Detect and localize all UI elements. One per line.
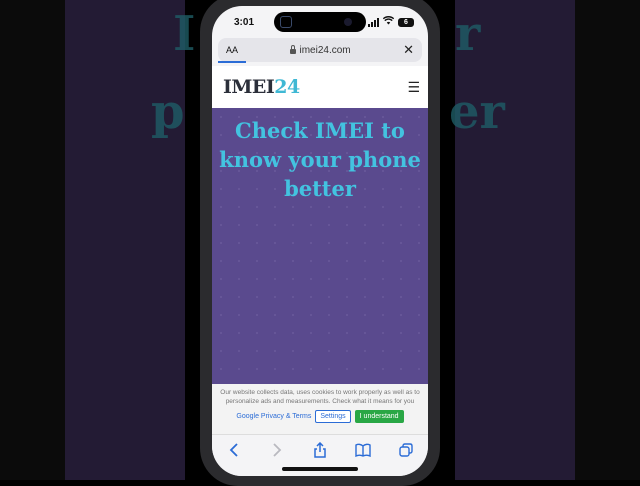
tabs-icon[interactable] — [397, 441, 415, 459]
hero-title: Check IMEI to know your phone better — [219, 118, 421, 201]
bookmarks-icon[interactable] — [354, 441, 372, 459]
close-icon[interactable]: ✕ — [403, 42, 414, 58]
cookie-text: Our website collects data, uses cookies … — [220, 389, 420, 405]
camera-icon — [344, 18, 352, 26]
url-display[interactable]: imei24.com — [290, 44, 351, 56]
forward-icon[interactable] — [268, 441, 286, 459]
reader-options-button[interactable]: AA — [226, 45, 238, 55]
back-icon[interactable] — [225, 441, 243, 459]
battery-icon: 6 — [398, 17, 414, 27]
wifi-icon — [382, 16, 395, 28]
privacy-terms-link[interactable]: Google Privacy & Terms — [236, 413, 311, 420]
background-blur-right: r er — [449, 0, 575, 480]
cookie-banner: Our website collects data, uses cookies … — [212, 384, 428, 434]
site-header: IMEI24 ☰ — [212, 66, 428, 108]
url-text: imei24.com — [299, 44, 351, 56]
page-load-progress — [218, 61, 246, 63]
address-bar[interactable]: AA imei24.com ✕ — [218, 38, 422, 62]
logo-text-imei: IMEI — [223, 76, 275, 98]
settings-button[interactable]: Settings — [315, 410, 351, 423]
background-text: r — [455, 6, 481, 62]
logo-text-24: 24 — [274, 76, 300, 98]
site-logo[interactable]: IMEI24 — [223, 76, 300, 98]
hero-section: Check IMEI to know your phone better — [212, 108, 428, 388]
lock-icon — [290, 44, 297, 54]
background-text: I — [173, 6, 196, 62]
background-blur-left: I p — [65, 0, 195, 480]
share-icon[interactable] — [311, 441, 329, 459]
background-edge-right — [575, 0, 640, 480]
background-edge-left — [0, 0, 65, 480]
status-time: 3:01 — [234, 16, 255, 28]
dynamic-island — [274, 12, 366, 32]
accept-cookies-button[interactable]: I understand — [354, 410, 404, 423]
signal-icon — [368, 17, 379, 27]
phone-screen: 3:01 6 AA imei24.com ✕ IMEI24 ☰ Check IM… — [212, 6, 428, 476]
status-icons: 6 — [368, 16, 414, 28]
hamburger-icon[interactable]: ☰ — [407, 79, 420, 96]
cookie-actions: Google Privacy & Terms Settings I unders… — [212, 410, 428, 423]
screen-recording-icon — [280, 16, 292, 28]
background-text: er — [449, 84, 505, 140]
home-indicator[interactable] — [282, 467, 358, 471]
background-text: p — [151, 84, 185, 140]
